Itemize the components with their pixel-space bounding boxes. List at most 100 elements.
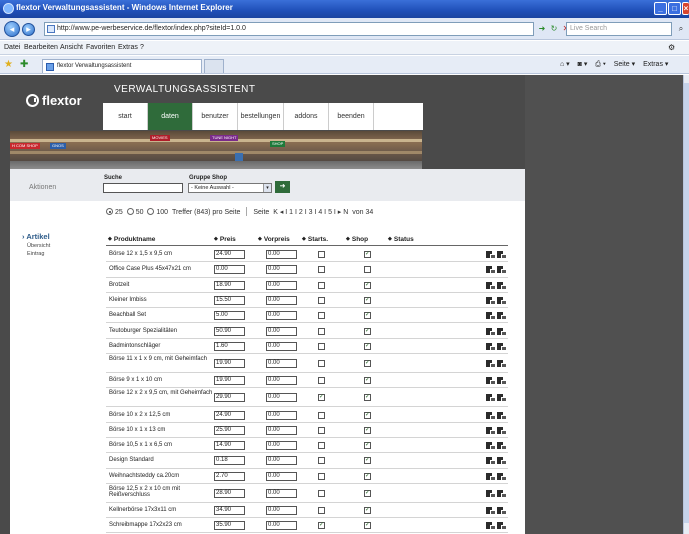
edit-icon[interactable]	[486, 472, 496, 481]
app-logo[interactable]: flextor	[26, 93, 82, 108]
vorpreis-input[interactable]: 0.00	[266, 521, 297, 531]
edit-icon[interactable]	[486, 377, 496, 386]
vorpreis-input[interactable]: 0.00	[266, 376, 297, 386]
print-icon[interactable]: ⎙ ▾	[595, 61, 606, 68]
starts-checkbox[interactable]	[318, 266, 325, 274]
shop-checkbox[interactable]: ✓	[364, 312, 371, 320]
starts-checkbox[interactable]	[318, 411, 325, 419]
col-status[interactable]: ◆ Status	[388, 236, 414, 243]
home-icon[interactable]: ⌂ ▾	[560, 61, 570, 68]
shop-checkbox[interactable]	[364, 266, 371, 274]
vertical-scrollbar[interactable]	[683, 75, 689, 534]
preis-input[interactable]: 24.90	[214, 410, 245, 420]
copy-icon[interactable]	[497, 281, 507, 290]
copy-icon[interactable]	[497, 522, 507, 531]
copy-icon[interactable]	[497, 266, 507, 275]
preis-input[interactable]: 35.90	[214, 521, 245, 531]
vorpreis-input[interactable]: 0.00	[266, 488, 297, 498]
shop-checkbox[interactable]: ✓	[364, 507, 371, 515]
edit-icon[interactable]	[486, 297, 496, 306]
side-item-uebersicht[interactable]: Übersicht	[27, 243, 50, 249]
copy-icon[interactable]	[497, 360, 507, 369]
address-input[interactable]: http://www.pe-werbeservice.de/flextor/in…	[44, 22, 534, 36]
vorpreis-input[interactable]: 0.00	[266, 326, 297, 336]
shop-checkbox[interactable]: ✓	[364, 522, 371, 530]
vorpreis-input[interactable]: 0.00	[266, 456, 297, 466]
starts-checkbox[interactable]	[318, 312, 325, 320]
shop-checkbox[interactable]: ✓	[364, 411, 371, 419]
edit-icon[interactable]	[486, 442, 496, 451]
scrollbar-thumb[interactable]	[684, 83, 689, 523]
forward-button[interactable]: ▸	[22, 23, 35, 36]
starts-checkbox[interactable]	[318, 251, 325, 259]
shop-checkbox[interactable]: ✓	[364, 360, 371, 368]
edit-icon[interactable]	[486, 360, 496, 369]
copy-icon[interactable]	[497, 489, 507, 498]
toolbar-options-icon[interactable]: ⚙	[668, 43, 675, 52]
starts-checkbox[interactable]	[318, 360, 325, 368]
edit-icon[interactable]	[486, 522, 496, 531]
vorpreis-input[interactable]: 0.00	[266, 425, 297, 435]
edit-icon[interactable]	[486, 457, 496, 466]
preis-input[interactable]: 19.90	[214, 376, 245, 386]
copy-icon[interactable]	[497, 394, 507, 403]
menu-bearbeiten[interactable]: Bearbeiten	[24, 44, 58, 51]
shop-checkbox[interactable]: ✓	[364, 297, 371, 305]
shop-checkbox[interactable]: ✓	[364, 377, 371, 385]
starts-checkbox[interactable]	[318, 342, 325, 350]
feeds-icon[interactable]: ◙ ▾	[578, 61, 588, 68]
copy-icon[interactable]	[497, 312, 507, 321]
starts-checkbox[interactable]: ✓	[318, 394, 325, 402]
starts-checkbox[interactable]	[318, 426, 325, 434]
vorpreis-input[interactable]: 0.00	[266, 341, 297, 351]
copy-icon[interactable]	[497, 327, 507, 336]
copy-icon[interactable]	[497, 442, 507, 451]
copy-icon[interactable]	[497, 342, 507, 351]
vorpreis-input[interactable]: 0.00	[266, 359, 297, 369]
preis-input[interactable]: 25.90	[214, 425, 245, 435]
menu-favoriten[interactable]: Favoriten	[86, 44, 115, 51]
shop-checkbox[interactable]: ✓	[364, 342, 371, 350]
vorpreis-input[interactable]: 0.00	[266, 265, 297, 275]
nav-addons[interactable]: addons	[284, 103, 329, 130]
menu-ansicht[interactable]: Ansicht	[60, 44, 83, 51]
side-item-eintrag[interactable]: Eintrag	[27, 251, 44, 257]
edit-icon[interactable]	[486, 281, 496, 290]
edit-icon[interactable]	[486, 489, 496, 498]
col-vorpreis[interactable]: ◆ Vorpreis	[258, 236, 290, 243]
vorpreis-input[interactable]: 0.00	[266, 393, 297, 403]
menu-help[interactable]: ?	[140, 44, 144, 51]
copy-icon[interactable]	[497, 457, 507, 466]
vorpreis-input[interactable]: 0.00	[266, 296, 297, 306]
vorpreis-input[interactable]: 0.00	[266, 311, 297, 321]
starts-checkbox[interactable]	[318, 377, 325, 385]
edit-icon[interactable]	[486, 507, 496, 516]
shop-checkbox[interactable]: ✓	[364, 327, 371, 335]
shop-checkbox[interactable]: ✓	[364, 251, 371, 259]
preis-input[interactable]: 18.90	[214, 280, 245, 290]
preis-input[interactable]: 15.50	[214, 296, 245, 306]
preis-input[interactable]: 34.90	[214, 506, 245, 516]
edit-icon[interactable]	[486, 426, 496, 435]
gruppe-shop-select[interactable]: - Keine Auswahl - ▾	[188, 183, 272, 193]
search-field[interactable]	[103, 183, 183, 193]
minimize-button[interactable]: _	[654, 2, 667, 15]
shop-checkbox[interactable]: ✓	[364, 489, 371, 497]
nav-bestellungen[interactable]: bestellungen	[238, 103, 284, 130]
copy-icon[interactable]	[497, 472, 507, 481]
copy-icon[interactable]	[497, 297, 507, 306]
vorpreis-input[interactable]: 0.00	[266, 410, 297, 420]
edit-icon[interactable]	[486, 327, 496, 336]
copy-icon[interactable]	[497, 411, 507, 420]
refresh-icon[interactable]: ↻	[548, 22, 560, 36]
starts-checkbox[interactable]: ✓	[318, 522, 325, 530]
copy-icon[interactable]	[497, 251, 507, 260]
edit-icon[interactable]	[486, 251, 496, 260]
close-button[interactable]: ×	[682, 2, 689, 15]
search-submit-button[interactable]: ➜	[275, 181, 290, 193]
page-menu[interactable]: Seite ▾	[614, 61, 635, 68]
nav-beenden[interactable]: beenden	[329, 103, 374, 130]
page-navigation[interactable]: K ◂ I 1 I 2 I 3 I 4 I 5 I ▸ N	[273, 209, 348, 216]
copy-icon[interactable]	[497, 507, 507, 516]
search-icon[interactable]: ⌕	[675, 22, 687, 36]
